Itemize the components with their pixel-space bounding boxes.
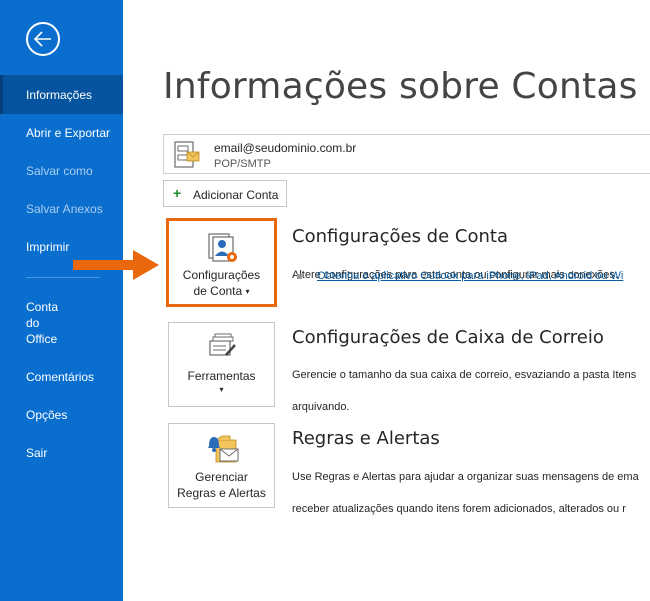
rules-alerts-title: Regras e Alertas bbox=[292, 428, 440, 449]
plus-icon: + bbox=[173, 185, 182, 201]
rules-alerts-desc: Use Regras e Alertas para ajudar a organ… bbox=[292, 471, 639, 515]
account-settings-title: Configurações de Conta bbox=[292, 226, 508, 247]
tools-tile[interactable]: Ferramentas ▾ bbox=[168, 322, 275, 407]
backstage-sidebar: Informações Abrir e Exportar Salvar como… bbox=[0, 0, 123, 601]
sidebar-item-comentarios[interactable]: Comentários bbox=[0, 369, 123, 385]
account-selector[interactable]: email@seudominio.com.br POP/SMTP bbox=[163, 134, 650, 174]
rules-alerts-icon bbox=[207, 435, 238, 463]
page-title: Informações sobre Contas bbox=[163, 66, 638, 107]
account-settings-label-2: de Conta ▾ bbox=[193, 284, 250, 298]
add-account-label: Adicionar Conta bbox=[193, 188, 279, 202]
mailbox-settings-title: Configurações de Caixa de Correio bbox=[292, 327, 604, 348]
mailbox-settings-desc: Gerencie o tamanho da sua caixa de corre… bbox=[292, 369, 637, 413]
sidebar-item-abrir-exportar[interactable]: Abrir e Exportar bbox=[0, 125, 123, 141]
back-button[interactable] bbox=[26, 22, 60, 56]
sidebar-item-salvar-como[interactable]: Salvar como bbox=[0, 163, 123, 179]
tools-icon bbox=[208, 333, 236, 356]
chevron-down-icon: ▾ bbox=[245, 286, 250, 296]
rules-alerts-label-2: Regras e Alertas bbox=[177, 486, 266, 500]
back-arrow-icon bbox=[33, 31, 51, 47]
add-account-button[interactable]: + Adicionar Conta bbox=[163, 180, 287, 207]
tools-caret: ▾ bbox=[169, 381, 274, 398]
account-settings-icon bbox=[207, 233, 237, 262]
sidebar-item-salvar-anexos[interactable]: Salvar Anexos bbox=[0, 201, 123, 217]
account-type: POP/SMTP bbox=[214, 158, 271, 170]
rules-alerts-label-1: Gerenciar bbox=[195, 470, 248, 484]
sidebar-item-opcoes[interactable]: Opções bbox=[0, 407, 123, 423]
account-settings-label-1: Configurações bbox=[182, 268, 261, 282]
sidebar-item-informacoes[interactable]: Informações bbox=[0, 75, 123, 114]
chevron-down-icon: ▾ bbox=[219, 384, 224, 394]
rules-alerts-tile[interactable]: Gerenciar Regras e Alertas bbox=[168, 423, 275, 508]
account-card-icon bbox=[174, 141, 200, 168]
sidebar-item-conta-office[interactable]: Conta do Office bbox=[0, 299, 123, 347]
bullet-icon bbox=[297, 274, 302, 279]
account-email: email@seudominio.com.br bbox=[214, 141, 357, 155]
outlook-app-link[interactable]: Obtenha o aplicativo Outlook para iPhone… bbox=[317, 270, 623, 282]
account-settings-tile[interactable]: Configurações de Conta ▾ bbox=[166, 218, 277, 307]
callout-arrow bbox=[73, 250, 159, 280]
sidebar-item-sair[interactable]: Sair bbox=[0, 445, 123, 461]
